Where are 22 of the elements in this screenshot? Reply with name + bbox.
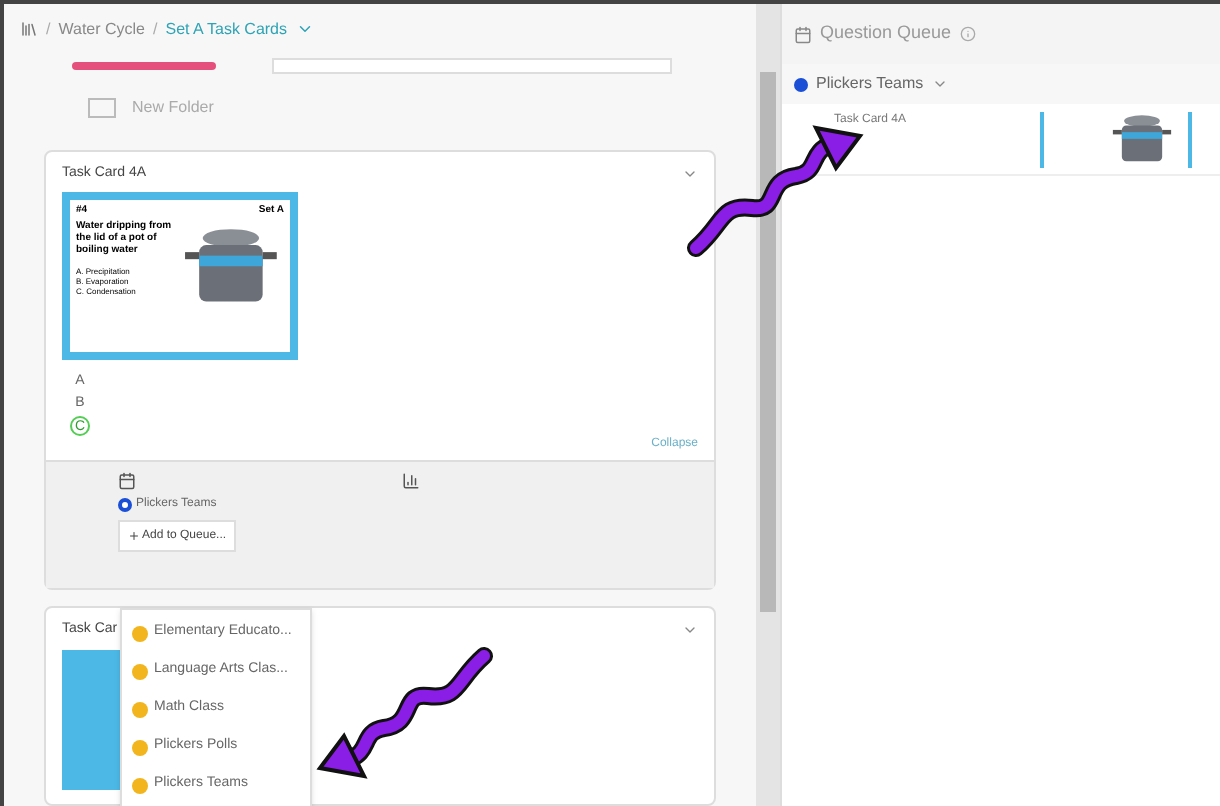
bar-chart-icon[interactable] — [402, 472, 420, 490]
breadcrumb-link[interactable]: Water Cycle — [58, 17, 145, 42]
class-icon — [132, 663, 148, 679]
calendar-icon — [794, 25, 812, 43]
queue-title: Question Queue — [820, 20, 952, 47]
class-icon — [132, 701, 148, 717]
plus-icon — [128, 530, 140, 542]
calendar-icon[interactable] — [118, 472, 136, 490]
folder-icon[interactable] — [88, 97, 116, 118]
class-name[interactable]: Plickers Teams — [816, 72, 924, 96]
class-icon — [132, 777, 148, 793]
radio-button[interactable] — [118, 498, 132, 512]
breadcrumb-separator: / — [46, 17, 51, 42]
tab-indicator[interactable] — [72, 62, 216, 71]
chevron-down-icon[interactable] — [931, 76, 948, 92]
class-icon — [132, 739, 148, 755]
info-icon[interactable] — [959, 26, 976, 42]
class-icon — [132, 625, 148, 641]
breadcrumb-separator: / — [153, 17, 158, 42]
library-icon[interactable] — [20, 20, 38, 39]
search-field[interactable] — [272, 58, 672, 75]
scrollbar-thumb[interactable] — [760, 72, 776, 612]
